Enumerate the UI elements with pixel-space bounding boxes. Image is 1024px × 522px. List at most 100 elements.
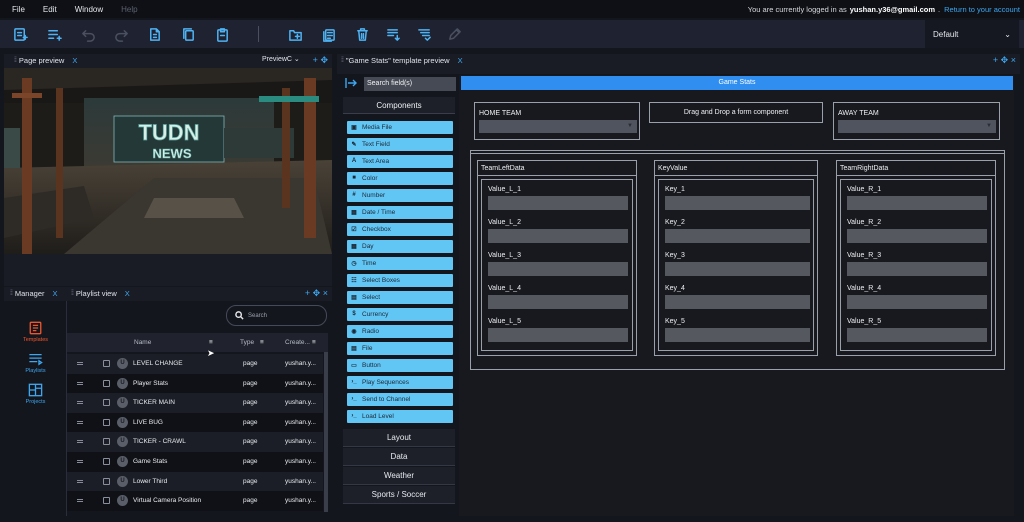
- panel-controls[interactable]: + ✥ ×: [305, 287, 328, 300]
- manager-header[interactable]: ⁞⁞ Manager X: [4, 287, 67, 300]
- component-color[interactable]: ■ Color: [347, 172, 453, 185]
- add-icon[interactable]: +: [993, 55, 998, 65]
- row-checkbox[interactable]: [103, 418, 110, 426]
- drag-handle-icon[interactable]: ⁞⁞: [10, 290, 13, 297]
- drag-handle-icon[interactable]: ⁞⁞: [341, 57, 344, 64]
- page-preview-close[interactable]: X: [72, 56, 77, 65]
- drag-handle-icon[interactable]: [77, 499, 83, 503]
- menu-help[interactable]: Help: [121, 5, 137, 14]
- dropzone[interactable]: Drag and Drop a form component: [649, 102, 823, 123]
- table-row[interactable]: U TICKER MAIN page yushan.y...: [67, 393, 323, 413]
- component-time[interactable]: ◷ Time: [347, 257, 453, 270]
- row-checkbox[interactable]: [103, 477, 110, 485]
- field-input[interactable]: [488, 229, 628, 243]
- component-play-sequences[interactable]: ›_ Play Sequences: [347, 376, 453, 389]
- field-input[interactable]: [488, 328, 628, 342]
- component-media-file[interactable]: ▣ Media File: [347, 121, 453, 134]
- field-input[interactable]: [665, 262, 810, 276]
- field-input[interactable]: [665, 328, 810, 342]
- component-select-boxes[interactable]: ☷ Select Boxes: [347, 274, 453, 287]
- form-title-bar[interactable]: Game Stats: [461, 76, 1013, 90]
- component-load-level[interactable]: ›_ Load Level: [347, 410, 453, 423]
- copy-button[interactable]: [178, 24, 198, 44]
- field-input[interactable]: [847, 328, 987, 342]
- col-name-menu-icon[interactable]: ≡: [209, 339, 213, 346]
- menu-window[interactable]: Window: [75, 5, 103, 14]
- col-creator-menu-icon[interactable]: ≡: [312, 339, 316, 346]
- move-icon[interactable]: ✥: [313, 288, 321, 298]
- paste-button[interactable]: [212, 24, 232, 44]
- return-to-account-link[interactable]: Return to your account: [944, 5, 1020, 14]
- sidebar-item-projects[interactable]: Projects: [4, 383, 67, 405]
- add-icon[interactable]: +: [313, 55, 318, 65]
- playlist-search[interactable]: Search: [226, 305, 327, 326]
- manager-close[interactable]: X: [53, 289, 58, 298]
- row-checkbox[interactable]: [103, 458, 110, 465]
- search-fields-input[interactable]: Search field(s): [364, 77, 456, 91]
- table-row[interactable]: U TICKER - CRAWL page yushan.y...: [67, 432, 323, 452]
- preview-selector[interactable]: PreviewC ⌄: [262, 55, 300, 63]
- component-currency[interactable]: $ Currency: [347, 308, 453, 321]
- category-data[interactable]: Data: [343, 448, 455, 466]
- panel-controls[interactable]: + ✥ ×: [993, 54, 1016, 67]
- component-button[interactable]: ▭ Button: [347, 359, 453, 372]
- field-input[interactable]: [488, 295, 628, 309]
- move-icon[interactable]: ✥: [1001, 55, 1009, 65]
- component-day[interactable]: ▦ Day: [347, 240, 453, 253]
- playlist-header[interactable]: ⁞⁞ Playlist view X: [67, 287, 332, 300]
- add-to-playlist-button[interactable]: [44, 24, 64, 44]
- playlist-close[interactable]: X: [125, 289, 130, 298]
- close-icon[interactable]: ×: [1011, 55, 1016, 65]
- field-input[interactable]: [488, 262, 628, 276]
- move-icon[interactable]: ✥: [320, 55, 328, 65]
- template-preview-close[interactable]: X: [458, 56, 463, 65]
- redo-button[interactable]: [111, 24, 131, 44]
- category-sports-soccer[interactable]: Sports / Soccer: [343, 486, 455, 504]
- home-team-select[interactable]: ▼: [479, 120, 637, 133]
- panel-controls[interactable]: + ✥: [313, 54, 328, 67]
- field-input[interactable]: [847, 295, 987, 309]
- component-send-to-channel[interactable]: ›_ Send to Channel: [347, 393, 453, 406]
- row-checkbox[interactable]: [103, 360, 110, 367]
- drag-handle-icon[interactable]: [77, 479, 83, 483]
- home-team-component[interactable]: HOME TEAM ▼: [474, 102, 640, 140]
- field-input[interactable]: [665, 196, 810, 210]
- field-input[interactable]: [847, 196, 987, 210]
- table-row[interactable]: U Lower Third page yushan.y...: [67, 471, 323, 492]
- drag-handle-icon[interactable]: [77, 362, 83, 365]
- drag-handle-icon[interactable]: [77, 460, 83, 463]
- component-text-area[interactable]: A Text Area: [347, 155, 453, 168]
- column-team-right[interactable]: TeamRightData Value_R_1 Value_R_2 Value_…: [836, 160, 996, 356]
- cut-button[interactable]: [144, 24, 164, 44]
- edit-button[interactable]: [444, 24, 464, 44]
- components-header[interactable]: Components: [343, 97, 455, 114]
- column-team-left[interactable]: TeamLeftData Value_L_1 Value_L_2 Value_L…: [477, 160, 637, 356]
- row-checkbox[interactable]: [103, 497, 110, 505]
- drag-handle-icon[interactable]: [77, 401, 83, 405]
- collapse-arrow-icon[interactable]: [344, 76, 358, 90]
- field-input[interactable]: [847, 262, 987, 276]
- drag-handle-icon[interactable]: ⁞⁞: [71, 290, 74, 297]
- component-select[interactable]: ▤ Select: [347, 291, 453, 304]
- component-file[interactable]: ▤ File: [347, 342, 453, 355]
- send-to-playlist-button[interactable]: [383, 24, 403, 44]
- col-creator[interactable]: Create...: [285, 339, 310, 346]
- field-input[interactable]: [665, 295, 810, 309]
- field-input[interactable]: [488, 196, 628, 210]
- col-type-menu-icon[interactable]: ≡: [260, 339, 264, 346]
- component-checkbox[interactable]: ☑ Checkbox: [347, 223, 453, 236]
- drag-handle-icon[interactable]: [77, 420, 83, 424]
- table-row[interactable]: U Virtual Camera Position page yushan.y...: [67, 491, 323, 511]
- field-input[interactable]: [665, 229, 810, 243]
- field-input[interactable]: [847, 229, 987, 243]
- new-page-button[interactable]: [10, 24, 30, 44]
- column-key-value[interactable]: KeyValue Key_1 Key_2 Key_3 Key_4 Key_5: [654, 160, 818, 356]
- new-folder-button[interactable]: [285, 24, 305, 44]
- playlist-settings-button[interactable]: [414, 24, 434, 44]
- col-type[interactable]: Type: [240, 339, 254, 346]
- row-checkbox[interactable]: [103, 438, 110, 446]
- drag-handle-icon[interactable]: [77, 381, 83, 385]
- delete-button[interactable]: [352, 24, 372, 44]
- component-date-time[interactable]: ▦ Date / Time: [347, 206, 453, 219]
- sidebar-item-templates[interactable]: Templates: [4, 321, 67, 343]
